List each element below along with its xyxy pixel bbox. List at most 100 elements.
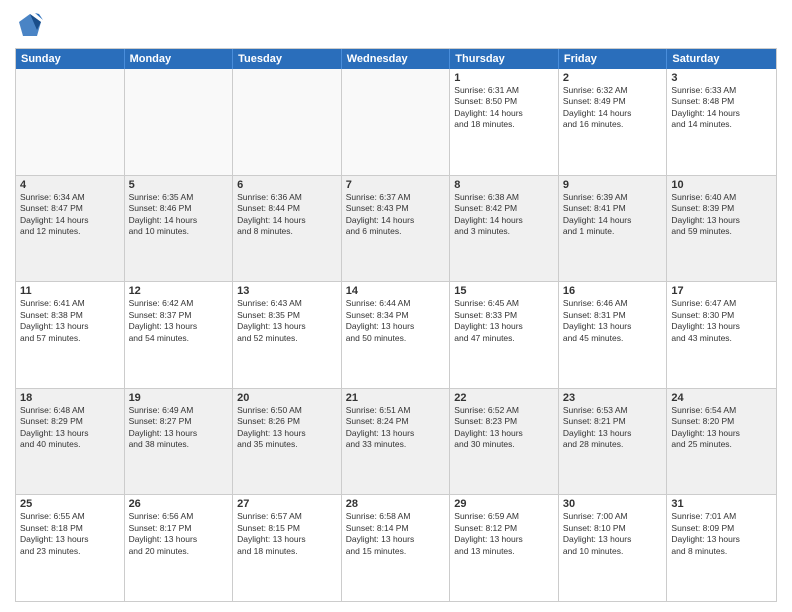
day-number: 15	[454, 285, 554, 297]
calendar-cell-16: 16Sunrise: 6:46 AM Sunset: 8:31 PM Dayli…	[559, 282, 668, 388]
day-number: 19	[129, 392, 229, 404]
day-number: 12	[129, 285, 229, 297]
day-info: Sunrise: 6:42 AM Sunset: 8:37 PM Dayligh…	[129, 298, 229, 344]
day-info: Sunrise: 6:51 AM Sunset: 8:24 PM Dayligh…	[346, 405, 446, 451]
calendar-row-5: 25Sunrise: 6:55 AM Sunset: 8:18 PM Dayli…	[16, 494, 776, 601]
day-number: 23	[563, 392, 663, 404]
day-number: 8	[454, 179, 554, 191]
header	[15, 10, 777, 40]
calendar-cell-22: 22Sunrise: 6:52 AM Sunset: 8:23 PM Dayli…	[450, 389, 559, 495]
calendar-cell-12: 12Sunrise: 6:42 AM Sunset: 8:37 PM Dayli…	[125, 282, 234, 388]
calendar-cell-11: 11Sunrise: 6:41 AM Sunset: 8:38 PM Dayli…	[16, 282, 125, 388]
day-info: Sunrise: 6:45 AM Sunset: 8:33 PM Dayligh…	[454, 298, 554, 344]
calendar-cell-empty-00	[16, 69, 125, 175]
day-info: Sunrise: 6:52 AM Sunset: 8:23 PM Dayligh…	[454, 405, 554, 451]
day-info: Sunrise: 6:49 AM Sunset: 8:27 PM Dayligh…	[129, 405, 229, 451]
day-info: Sunrise: 6:48 AM Sunset: 8:29 PM Dayligh…	[20, 405, 120, 451]
calendar-row-1: 1Sunrise: 6:31 AM Sunset: 8:50 PM Daylig…	[16, 69, 776, 175]
day-number: 21	[346, 392, 446, 404]
day-number: 5	[129, 179, 229, 191]
calendar-row-4: 18Sunrise: 6:48 AM Sunset: 8:29 PM Dayli…	[16, 388, 776, 495]
day-info: Sunrise: 6:46 AM Sunset: 8:31 PM Dayligh…	[563, 298, 663, 344]
calendar: SundayMondayTuesdayWednesdayThursdayFrid…	[15, 48, 777, 602]
day-number: 3	[671, 72, 772, 84]
page: SundayMondayTuesdayWednesdayThursdayFrid…	[0, 0, 792, 612]
day-number: 1	[454, 72, 554, 84]
day-info: Sunrise: 6:31 AM Sunset: 8:50 PM Dayligh…	[454, 85, 554, 131]
calendar-cell-15: 15Sunrise: 6:45 AM Sunset: 8:33 PM Dayli…	[450, 282, 559, 388]
day-number: 6	[237, 179, 337, 191]
day-info: Sunrise: 6:34 AM Sunset: 8:47 PM Dayligh…	[20, 192, 120, 238]
header-day-wednesday: Wednesday	[342, 49, 451, 69]
day-info: Sunrise: 6:57 AM Sunset: 8:15 PM Dayligh…	[237, 511, 337, 557]
calendar-body: 1Sunrise: 6:31 AM Sunset: 8:50 PM Daylig…	[16, 69, 776, 601]
calendar-header: SundayMondayTuesdayWednesdayThursdayFrid…	[16, 49, 776, 69]
day-number: 4	[20, 179, 120, 191]
logo	[15, 10, 49, 40]
header-day-sunday: Sunday	[16, 49, 125, 69]
calendar-cell-25: 25Sunrise: 6:55 AM Sunset: 8:18 PM Dayli…	[16, 495, 125, 601]
day-info: Sunrise: 6:58 AM Sunset: 8:14 PM Dayligh…	[346, 511, 446, 557]
day-info: Sunrise: 6:59 AM Sunset: 8:12 PM Dayligh…	[454, 511, 554, 557]
calendar-cell-21: 21Sunrise: 6:51 AM Sunset: 8:24 PM Dayli…	[342, 389, 451, 495]
day-number: 30	[563, 498, 663, 510]
calendar-cell-19: 19Sunrise: 6:49 AM Sunset: 8:27 PM Dayli…	[125, 389, 234, 495]
calendar-cell-26: 26Sunrise: 6:56 AM Sunset: 8:17 PM Dayli…	[125, 495, 234, 601]
calendar-cell-4: 4Sunrise: 6:34 AM Sunset: 8:47 PM Daylig…	[16, 176, 125, 282]
day-info: Sunrise: 6:54 AM Sunset: 8:20 PM Dayligh…	[671, 405, 772, 451]
calendar-cell-10: 10Sunrise: 6:40 AM Sunset: 8:39 PM Dayli…	[667, 176, 776, 282]
day-info: Sunrise: 6:32 AM Sunset: 8:49 PM Dayligh…	[563, 85, 663, 131]
day-number: 11	[20, 285, 120, 297]
day-info: Sunrise: 6:50 AM Sunset: 8:26 PM Dayligh…	[237, 405, 337, 451]
day-number: 25	[20, 498, 120, 510]
day-info: Sunrise: 7:00 AM Sunset: 8:10 PM Dayligh…	[563, 511, 663, 557]
calendar-cell-29: 29Sunrise: 6:59 AM Sunset: 8:12 PM Dayli…	[450, 495, 559, 601]
calendar-cell-14: 14Sunrise: 6:44 AM Sunset: 8:34 PM Dayli…	[342, 282, 451, 388]
day-number: 26	[129, 498, 229, 510]
day-info: Sunrise: 6:44 AM Sunset: 8:34 PM Dayligh…	[346, 298, 446, 344]
day-info: Sunrise: 6:40 AM Sunset: 8:39 PM Dayligh…	[671, 192, 772, 238]
calendar-cell-23: 23Sunrise: 6:53 AM Sunset: 8:21 PM Dayli…	[559, 389, 668, 495]
calendar-cell-24: 24Sunrise: 6:54 AM Sunset: 8:20 PM Dayli…	[667, 389, 776, 495]
calendar-cell-13: 13Sunrise: 6:43 AM Sunset: 8:35 PM Dayli…	[233, 282, 342, 388]
day-number: 13	[237, 285, 337, 297]
calendar-cell-1: 1Sunrise: 6:31 AM Sunset: 8:50 PM Daylig…	[450, 69, 559, 175]
day-number: 31	[671, 498, 772, 510]
header-day-thursday: Thursday	[450, 49, 559, 69]
day-info: Sunrise: 6:38 AM Sunset: 8:42 PM Dayligh…	[454, 192, 554, 238]
day-number: 29	[454, 498, 554, 510]
calendar-cell-27: 27Sunrise: 6:57 AM Sunset: 8:15 PM Dayli…	[233, 495, 342, 601]
calendar-cell-9: 9Sunrise: 6:39 AM Sunset: 8:41 PM Daylig…	[559, 176, 668, 282]
day-info: Sunrise: 6:41 AM Sunset: 8:38 PM Dayligh…	[20, 298, 120, 344]
day-number: 28	[346, 498, 446, 510]
day-info: Sunrise: 7:01 AM Sunset: 8:09 PM Dayligh…	[671, 511, 772, 557]
calendar-cell-8: 8Sunrise: 6:38 AM Sunset: 8:42 PM Daylig…	[450, 176, 559, 282]
day-number: 2	[563, 72, 663, 84]
day-info: Sunrise: 6:55 AM Sunset: 8:18 PM Dayligh…	[20, 511, 120, 557]
day-number: 10	[671, 179, 772, 191]
day-info: Sunrise: 6:36 AM Sunset: 8:44 PM Dayligh…	[237, 192, 337, 238]
calendar-cell-empty-01	[125, 69, 234, 175]
day-number: 20	[237, 392, 337, 404]
day-number: 9	[563, 179, 663, 191]
day-number: 27	[237, 498, 337, 510]
day-number: 7	[346, 179, 446, 191]
day-number: 17	[671, 285, 772, 297]
header-day-friday: Friday	[559, 49, 668, 69]
calendar-cell-5: 5Sunrise: 6:35 AM Sunset: 8:46 PM Daylig…	[125, 176, 234, 282]
calendar-cell-empty-02	[233, 69, 342, 175]
calendar-cell-30: 30Sunrise: 7:00 AM Sunset: 8:10 PM Dayli…	[559, 495, 668, 601]
calendar-cell-6: 6Sunrise: 6:36 AM Sunset: 8:44 PM Daylig…	[233, 176, 342, 282]
day-info: Sunrise: 6:33 AM Sunset: 8:48 PM Dayligh…	[671, 85, 772, 131]
day-number: 24	[671, 392, 772, 404]
day-number: 14	[346, 285, 446, 297]
day-info: Sunrise: 6:47 AM Sunset: 8:30 PM Dayligh…	[671, 298, 772, 344]
calendar-cell-28: 28Sunrise: 6:58 AM Sunset: 8:14 PM Dayli…	[342, 495, 451, 601]
header-day-tuesday: Tuesday	[233, 49, 342, 69]
header-day-monday: Monday	[125, 49, 234, 69]
calendar-cell-3: 3Sunrise: 6:33 AM Sunset: 8:48 PM Daylig…	[667, 69, 776, 175]
calendar-row-3: 11Sunrise: 6:41 AM Sunset: 8:38 PM Dayli…	[16, 281, 776, 388]
day-number: 18	[20, 392, 120, 404]
calendar-cell-2: 2Sunrise: 6:32 AM Sunset: 8:49 PM Daylig…	[559, 69, 668, 175]
day-info: Sunrise: 6:43 AM Sunset: 8:35 PM Dayligh…	[237, 298, 337, 344]
